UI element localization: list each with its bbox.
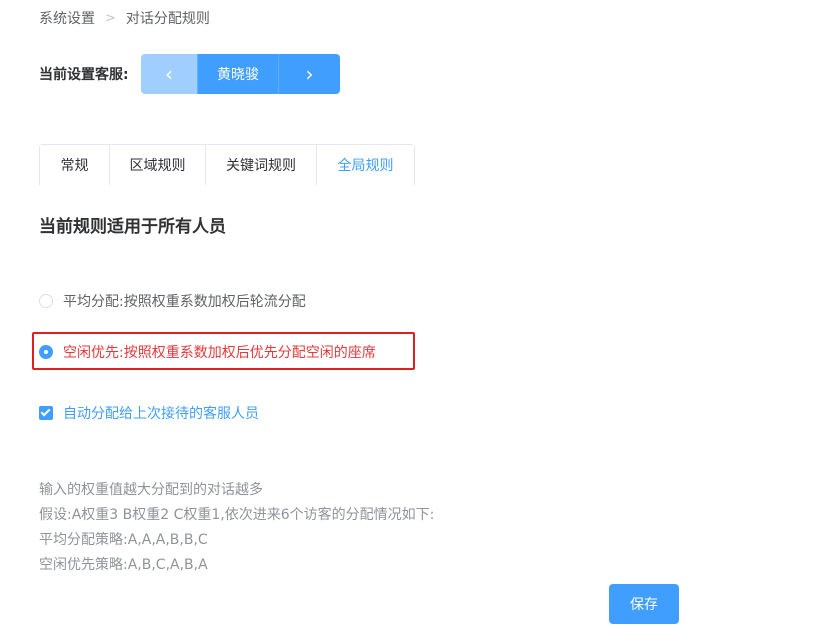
previous-agent-button[interactable]: ‹ [141,54,197,94]
weight-notes: 输入的权重值越大分配到的对话越多 假设:A权重3 B权重2 C权重1,依次进来6… [39,478,434,578]
tab-global-rules[interactable]: 全局规则 [317,145,414,185]
note-line: 输入的权重值越大分配到的对话越多 [39,482,263,498]
radio-average-label: 平均分配:按照权重系数加权后轮流分配 [63,294,306,310]
note-line: 平均分配策略:A,A,A,B,B,C [39,532,208,548]
radio-average-distribution[interactable]: 平均分配:按照权重系数加权后轮流分配 [39,291,306,311]
tab-region-rules[interactable]: 区域规则 [110,145,206,185]
current-agent-row: 当前设置客服: ‹ 黄晓骏 › [39,54,340,94]
agent-name-button[interactable]: 黄晓骏 [197,54,279,94]
checkbox-checked-icon[interactable] [39,406,53,420]
radio-idle-first[interactable]: 空闲优先:按照权重系数加权后优先分配空闲的座席 [39,342,376,362]
tab-general[interactable]: 常规 [40,145,110,185]
chevron-right-icon: › [305,62,314,86]
note-line: 空闲优先策略:A,B,C,A,B,A [39,557,208,573]
radio-idle-first-label: 空闲优先:按照权重系数加权后优先分配空闲的座席 [63,345,376,361]
breadcrumb: 系统设置 > 对话分配规则 [39,8,210,28]
agent-switcher: ‹ 黄晓骏 › [141,54,340,94]
radio-checked-icon[interactable] [39,345,53,359]
breadcrumb-separator-icon: > [105,10,116,26]
radio-unchecked-icon[interactable] [39,294,53,308]
auto-assign-checkbox[interactable]: 自动分配给上次接待的客服人员 [39,403,259,423]
next-agent-button[interactable]: › [279,54,340,94]
auto-assign-label: 自动分配给上次接待的客服人员 [63,406,259,422]
save-button[interactable]: 保存 [609,584,679,624]
note-line: 假设:A权重3 B权重2 C权重1,依次进来6个访客的分配情况如下: [39,507,435,523]
rule-scope-title: 当前规则适用于所有人员 [39,217,226,237]
chevron-left-icon: ‹ [165,62,173,86]
breadcrumb-item-settings[interactable]: 系统设置 [39,8,95,28]
current-agent-label: 当前设置客服: [39,67,129,83]
rule-tabs: 常规 区域规则 关键词规则 全局规则 [39,144,415,185]
breadcrumb-item-current: 对话分配规则 [125,11,210,27]
tab-keyword-rules[interactable]: 关键词规则 [206,145,317,185]
